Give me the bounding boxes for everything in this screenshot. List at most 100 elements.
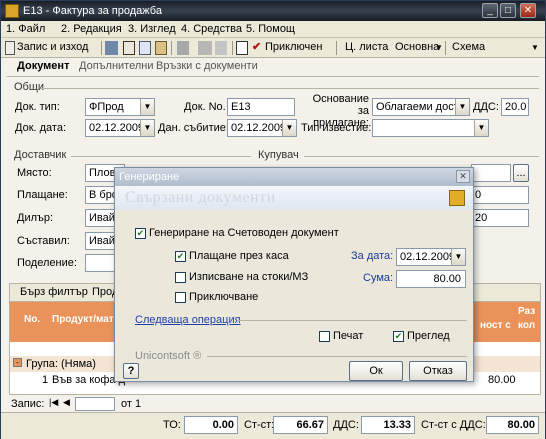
cut-icon[interactable] xyxy=(123,41,135,55)
menu-file[interactable]: 1. Файл xyxy=(6,23,45,35)
col-qty[interactable]: кол xyxy=(518,320,535,331)
edit-doc-icon[interactable] xyxy=(236,41,248,55)
vat-rate-field[interactable]: 20.0 xyxy=(501,98,529,116)
chevron-down-icon[interactable]: ▼ xyxy=(451,249,465,265)
supplier-section-title: Доставчик xyxy=(14,149,67,161)
doc-no-label: Док. No. xyxy=(184,101,226,113)
close-icon[interactable]: ✕ xyxy=(520,3,536,18)
group-label: Група: (Няма) xyxy=(26,358,96,370)
preview-label: Преглед xyxy=(407,330,450,342)
title-bar: Е13 - Фактура за продажба _ □ ✕ xyxy=(1,1,545,21)
copy-doc-icon[interactable] xyxy=(215,41,227,55)
vat-total-field: 13.33 xyxy=(361,416,415,434)
totals-bar: ТО: 0.00 Ст-ст: 66.67 ДДС: 13.33 Ст-ст с… xyxy=(1,412,545,439)
chevron-down-icon[interactable]: ▼ xyxy=(140,120,154,136)
gross-field: 80.00 xyxy=(486,416,539,434)
buyer-value-2[interactable]: 20 xyxy=(471,209,529,227)
generate-dialog: Генериране ✕ Свързани документи ✔ Генери… xyxy=(114,167,474,382)
maximize-icon[interactable]: □ xyxy=(500,3,516,18)
col-value-with-vat[interactable]: ност с xyxy=(480,320,511,331)
vat-label: ДДС: xyxy=(473,101,499,113)
net-field: 66.67 xyxy=(273,416,328,434)
for-date-picker[interactable]: 02.12.2009 ▼ xyxy=(396,248,466,266)
post-checkbox[interactable] xyxy=(175,292,186,303)
dialog-header: Свързани документи xyxy=(115,186,473,210)
col-product[interactable]: Продукт/мат xyxy=(52,314,114,325)
notice-type-select[interactable]: ▼ xyxy=(372,119,489,137)
menu-tools[interactable]: 4. Средства xyxy=(181,23,242,35)
col-no[interactable]: No. xyxy=(24,314,40,325)
chevron-down-icon[interactable]: ▼ xyxy=(435,43,443,57)
amount-field[interactable]: 80.00 xyxy=(396,270,466,288)
prev-record-icon[interactable]: ◀ xyxy=(63,397,70,408)
post-button[interactable]: Приключен xyxy=(265,41,322,55)
doc-date-label: Док. дата: xyxy=(15,122,66,134)
check-icon: ✔ xyxy=(252,41,262,53)
buyer-field[interactable] xyxy=(471,164,511,182)
tab-related-docs[interactable]: Връзки с документи xyxy=(156,60,258,72)
collapse-icon[interactable]: - xyxy=(13,358,22,367)
menu-view[interactable]: 3. Изглед xyxy=(128,23,176,35)
next-operation-link[interactable]: Следваща операция xyxy=(135,314,241,326)
print-checkbox[interactable] xyxy=(319,331,330,342)
close-icon[interactable]: ✕ xyxy=(456,170,470,183)
chevron-down-icon[interactable]: ▼ xyxy=(140,99,154,115)
for-date-label: За дата: xyxy=(351,250,394,262)
help-button[interactable]: ? xyxy=(123,363,139,379)
dealer-label: Дилър: xyxy=(17,212,54,224)
col-discount[interactable]: Раз xyxy=(518,306,535,317)
price-list-select[interactable]: Основна xyxy=(395,41,439,55)
tab-quick-filter[interactable]: Бърз филтър xyxy=(20,286,88,298)
basis-select[interactable]: Облагаеми дост ▼ xyxy=(372,98,470,116)
toolbar: Запис и изход ✔ Приключен Ц. листа Основ… xyxy=(1,38,545,58)
chevron-down-icon[interactable]: ▼ xyxy=(531,43,539,57)
chevron-down-icon[interactable]: ▼ xyxy=(282,120,296,136)
brand-label: Unicontsoft ® xyxy=(135,350,202,362)
generate-accounting-checkbox[interactable]: ✔ xyxy=(135,228,146,239)
tax-event-label: Дан. събитие: xyxy=(158,122,229,134)
ok-button[interactable]: Ок xyxy=(349,361,403,381)
save-exit-button[interactable]: Запис и изход xyxy=(17,41,88,55)
payment-label: Плащане: xyxy=(17,189,68,201)
stock-out-label: Изписване на стоки/МЗ xyxy=(189,271,309,283)
net-label: Ст-ст: xyxy=(244,419,275,431)
price-list-label: Ц. листа xyxy=(345,41,389,53)
to-label: ТО: xyxy=(163,419,181,431)
buyer-value-1[interactable]: 0 xyxy=(471,186,529,204)
cash-payment-checkbox[interactable]: ✔ xyxy=(175,251,186,262)
row-value: 80.00 xyxy=(488,374,516,386)
minimize-icon[interactable]: _ xyxy=(482,3,498,18)
record-number-field[interactable] xyxy=(75,397,115,411)
tab-document[interactable]: Документ xyxy=(17,60,69,72)
dialog-title: Генериране xyxy=(119,171,180,183)
first-record-icon[interactable]: |◀ xyxy=(49,397,58,408)
printer-icon[interactable] xyxy=(198,41,212,55)
menu-help[interactable]: 5. Помощ xyxy=(246,23,295,35)
preview-checkbox[interactable]: ✔ xyxy=(393,331,404,342)
chevron-down-icon[interactable]: ▼ xyxy=(474,120,488,136)
tax-event-picker[interactable]: 02.12.2009 ▼ xyxy=(227,119,297,137)
scheme-select[interactable]: Схема xyxy=(452,41,485,55)
dialog-title-bar: Генериране ✕ xyxy=(115,168,473,186)
to-field: 0.00 xyxy=(184,416,238,434)
paste-icon[interactable] xyxy=(155,41,167,55)
tab-additional[interactable]: Допълнителни xyxy=(79,60,153,72)
print-preview-icon[interactable] xyxy=(105,41,118,55)
window-title: Е13 - Фактура за продажба xyxy=(23,5,162,17)
documents-icon xyxy=(449,190,465,206)
buyer-browse-button[interactable]: ... xyxy=(513,164,529,182)
dialog-header-title: Свързани документи xyxy=(125,189,276,206)
generate-accounting-label: Генериране на Счетоводен документ xyxy=(149,227,339,239)
menu-edit[interactable]: 2. Редакция xyxy=(61,23,122,35)
save-icon xyxy=(5,41,15,55)
doc-no-field[interactable]: Е13 xyxy=(227,98,295,116)
refresh-icon[interactable] xyxy=(177,41,189,55)
doc-date-picker[interactable]: 02.12.2009 ▼ xyxy=(85,119,155,137)
cancel-button[interactable]: Отказ xyxy=(409,361,467,381)
record-label: Запис: xyxy=(11,398,45,410)
copy-icon[interactable] xyxy=(139,41,151,55)
doc-type-select[interactable]: ФПрод ▼ xyxy=(85,98,155,116)
cash-payment-label: Плащане през каса xyxy=(189,250,289,262)
stock-out-checkbox[interactable] xyxy=(175,272,186,283)
chevron-down-icon[interactable]: ▼ xyxy=(455,99,469,115)
